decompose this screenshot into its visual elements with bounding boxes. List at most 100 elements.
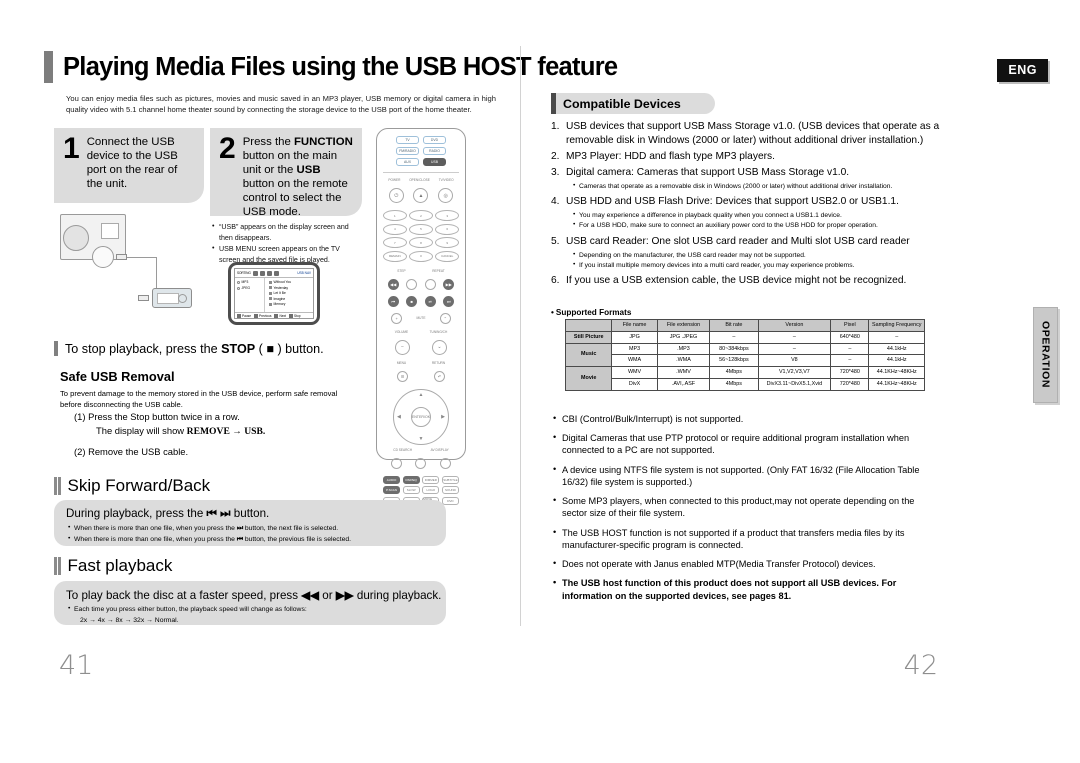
- info-icon: [390, 457, 402, 469]
- remote-step-repeat-labels: STEP REPEAT: [377, 266, 465, 276]
- list-item: 5. USB card Reader: One slot USB card rea…: [551, 235, 910, 247]
- remote-numeric-keypad: 1 2 3 4 5 6 7 8 9 REMAIN 0 CANCEL: [377, 206, 465, 266]
- usb-note: Digital Cameras that use PTP protocol or…: [553, 431, 941, 456]
- search-icon: [415, 457, 427, 469]
- fast-playback-title: Fast playback: [67, 556, 173, 575]
- remote-control-illustration: TV DVD FM/RADIO RADIO AUX USB POWER OPEN…: [376, 128, 466, 505]
- tv-file-list: Without You Yesterday Let It Be Imagine …: [265, 278, 313, 312]
- disc-tray-graphic: [63, 225, 89, 251]
- heading-accent-bars: [54, 477, 61, 495]
- mp3-player-graphic: [152, 288, 192, 308]
- remote-label-step: STEP: [397, 268, 406, 273]
- list-item: 2. MP3 Player: HDD and flash type MP3 pla…: [551, 151, 775, 163]
- skip-icons: ⏮ ⏭: [206, 507, 231, 520]
- cell-bit-rate: 4Mbps: [709, 366, 759, 379]
- sort-icon-2: [259, 270, 265, 276]
- tv-filetype-option: MP3: [237, 280, 262, 284]
- fast-note-sequence: 2x → 4x → 8x → 32x → Normal.: [80, 616, 179, 624]
- remote-volume-tuning-labels: VOLUME TUNING/CH: [377, 327, 465, 337]
- step-2-notes: “USB” appears on the display screen and …: [212, 221, 362, 267]
- row-category-still-picture: Still Picture: [564, 330, 613, 344]
- cell-file-name: MP3: [611, 342, 658, 356]
- cell-version: V8: [757, 354, 832, 367]
- power-icon: ⏻: [388, 188, 404, 203]
- sub-note: You may experience a difference in playb…: [573, 210, 941, 221]
- tv-filetype-option: JPEG: [237, 286, 262, 290]
- sub-note: For a USB HDD, make sure to connect an a…: [573, 220, 941, 231]
- music-note-icon: [269, 297, 272, 301]
- cell-file-extension: .WMV: [656, 366, 711, 379]
- sort-icon-1: [252, 270, 258, 276]
- cell-bit-rate: 4Mbps: [709, 377, 759, 391]
- compatible-devices-list: 1. USB devices that support USB Mass Stor…: [551, 120, 941, 290]
- sub-note: Cameras that operate as a removable disk…: [573, 181, 941, 192]
- heading-accent-bar: [551, 93, 556, 114]
- usb-note-important: The USB host function of this product do…: [553, 576, 941, 601]
- radio-icon: [237, 280, 240, 284]
- mp3-player-dial: [178, 294, 187, 303]
- stop-playback-line: To stop playback, press the STOP ( ■ ) b…: [54, 341, 324, 356]
- table-row: Music MP3 .MP3 80~384kbps – – 44.1kHz: [564, 342, 925, 367]
- usb-note: CBI (Control/Bulk/Interrupt) is not supp…: [553, 412, 941, 425]
- list-item: 6. If you use a USB extension cable, the …: [551, 274, 907, 286]
- operation-side-tab: OPERATION: [1033, 307, 1058, 403]
- list-item-subnotes: Cameras that operate as a removable disk…: [551, 181, 941, 192]
- remote-button-subtitle: SUBTITLE: [441, 475, 459, 484]
- remote-key-5: 5: [409, 223, 433, 235]
- usb-note: Does not operate with Janus enabled MTP(…: [553, 557, 941, 570]
- row-category-music: Music: [564, 342, 613, 367]
- page-title-text: Playing Media Files using the USB HOST f…: [63, 52, 618, 81]
- remote-button-fmradio: FM/RADIO: [396, 147, 419, 155]
- remote-label-menu: MENU: [396, 360, 407, 365]
- step-1-text: Connect the USB device to the USB port o…: [86, 136, 178, 190]
- remote-label-cd-search: CD SEARCH: [393, 447, 413, 452]
- remote-button-sound: SOUND: [441, 486, 459, 494]
- music-note-icon: [269, 280, 272, 284]
- remote-key-8: 8: [409, 237, 433, 248]
- table-row: Still Picture JPG JPG .JPEG – – 640*480 …: [564, 330, 925, 344]
- column-divider: [520, 46, 521, 626]
- tv-footer-button: Next: [274, 314, 286, 318]
- col-header-file-name: File name: [611, 319, 658, 332]
- sub-note: Depending on the manufacturer, the USB c…: [573, 250, 941, 261]
- col-header-category: [564, 319, 613, 332]
- table-header-row: File name File extension Bit rate Versio…: [564, 319, 925, 332]
- tv-file-item: Without You: [269, 280, 311, 284]
- cell-file-name: JPG: [611, 330, 658, 344]
- remote-volume-row-2: − ⌄: [377, 337, 465, 358]
- remote-key-2: 2: [409, 210, 433, 221]
- channel-up-icon: ⌃: [439, 312, 451, 324]
- next-icon: [274, 314, 279, 318]
- list-item-subnotes: Depending on the manufacturer, the USB c…: [551, 250, 941, 271]
- arrow-up-icon: ▲: [418, 391, 424, 398]
- remote-label-av-display: AV DISPLAY: [430, 447, 449, 452]
- language-badge: ENG: [997, 59, 1048, 82]
- remote-button-tv: TV: [396, 136, 419, 144]
- cell-version: –: [757, 330, 832, 344]
- remote-label-open-close: OPEN/CLOSE: [409, 178, 430, 182]
- cell-pixel: –: [830, 354, 870, 367]
- music-note-icon: [269, 302, 272, 306]
- usb-notes-list: CBI (Control/Bulk/Interrupt) is not supp…: [553, 412, 941, 609]
- cell-file-name: DivX: [611, 377, 658, 391]
- title-accent-bar: [44, 51, 53, 83]
- stop-playback-text: To stop playback, press the STOP ( ■ ) b…: [65, 341, 324, 356]
- step-2-box: 2 Press the FUNCTION button on the main …: [210, 128, 362, 218]
- remote-label-power: POWER: [388, 178, 401, 182]
- rewind-icon: ◀◀: [301, 589, 320, 602]
- stop-icon: [289, 314, 294, 318]
- music-note-icon: [269, 291, 272, 295]
- remote-menu-return-buttons: ☰ ↶: [377, 368, 465, 385]
- remote-transport-row-1: ◀◀ ▶▶: [377, 276, 465, 293]
- tv-file-item: Imagine: [269, 297, 311, 301]
- remote-label-repeat: REPEAT: [432, 268, 445, 273]
- arrow-down-icon: ▼: [418, 435, 424, 442]
- stop-icon: ■: [406, 295, 418, 307]
- tv-footer-button: Previous: [254, 314, 271, 318]
- safe-usb-removal-body: To prevent damage to the memory stored i…: [60, 389, 338, 409]
- compatible-devices-title: Compatible Devices: [563, 96, 681, 111]
- tv-menu-body: MP3 JPEG Without You Yesterday Let It Be…: [235, 278, 313, 312]
- cell-file-name: WMA: [611, 354, 658, 367]
- remote-volume-row: + MUTE ⌃: [377, 310, 465, 327]
- cell-version: DivX3.11~DivX5.1,Xvid: [757, 377, 832, 391]
